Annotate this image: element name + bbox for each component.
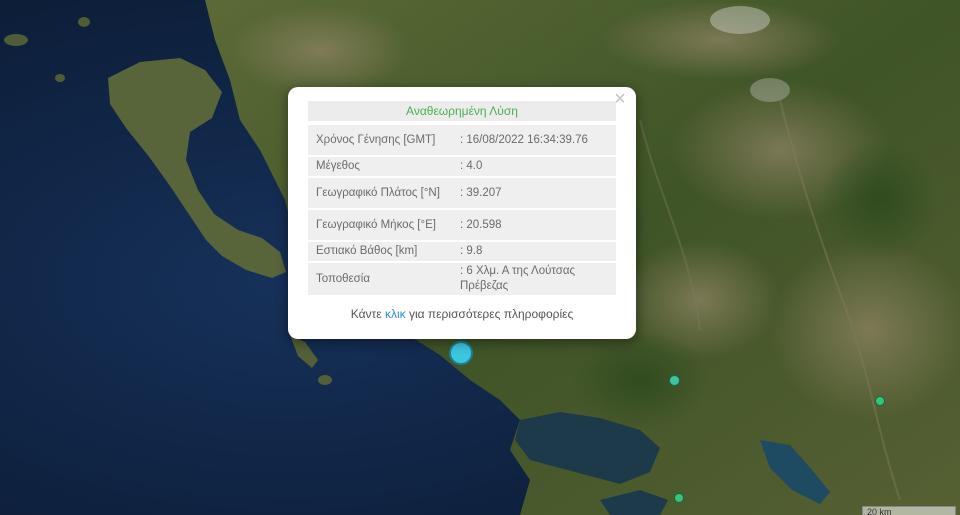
table-row: Γεωγραφικό Πλάτος [°N] : 39.207 (308, 178, 616, 208)
scale-bar: 20 km (862, 506, 956, 515)
row-label: Εστιακό Βάθος [km] (308, 242, 452, 261)
earthquake-marker[interactable] (674, 493, 684, 503)
earthquake-marker-main[interactable] (449, 341, 473, 365)
earthquake-marker[interactable] (875, 396, 885, 406)
row-value: : 6 Χλμ. Α της Λούτσας Πρέβεζας (452, 263, 616, 295)
earthquake-info-popup: × Αναθεωρημένη Λύση Χρόνος Γένησης [GMT]… (288, 87, 636, 339)
details-table: Χρόνος Γένησης [GMT] : 16/08/2022 16:34:… (308, 123, 616, 297)
more-info-prefix: Κάντε (350, 307, 385, 321)
row-value: : 39.207 (452, 178, 616, 208)
more-info-suffix: για περισσότερες πληροφορίες (405, 307, 574, 321)
row-value: : 9.8 (452, 242, 616, 261)
row-label: Μέγεθος (308, 157, 452, 176)
table-row: Μέγεθος : 4.0 (308, 157, 616, 176)
row-value: : 4.0 (452, 157, 616, 176)
more-info-text: Κάντε κλικ για περισσότερες πληροφορίες (288, 307, 636, 321)
row-value: : 16/08/2022 16:34:39.76 (452, 125, 616, 155)
popup-title: Αναθεωρημένη Λύση (308, 101, 616, 121)
table-row: Γεωγραφικό Μήκος [°E] : 20.598 (308, 210, 616, 240)
table-row: Τοποθεσία : 6 Χλμ. Α της Λούτσας Πρέβεζα… (308, 263, 616, 295)
row-label: Γεωγραφικό Μήκος [°E] (308, 210, 452, 240)
more-info-link[interactable]: κλικ (385, 307, 406, 321)
row-label: Χρόνος Γένησης [GMT] (308, 125, 452, 155)
table-row: Χρόνος Γένησης [GMT] : 16/08/2022 16:34:… (308, 125, 616, 155)
row-label: Γεωγραφικό Πλάτος [°N] (308, 178, 452, 208)
table-row: Εστιακό Βάθος [km] : 9.8 (308, 242, 616, 261)
earthquake-marker[interactable] (669, 375, 680, 386)
row-label: Τοποθεσία (308, 263, 452, 295)
row-value: : 20.598 (452, 210, 616, 240)
